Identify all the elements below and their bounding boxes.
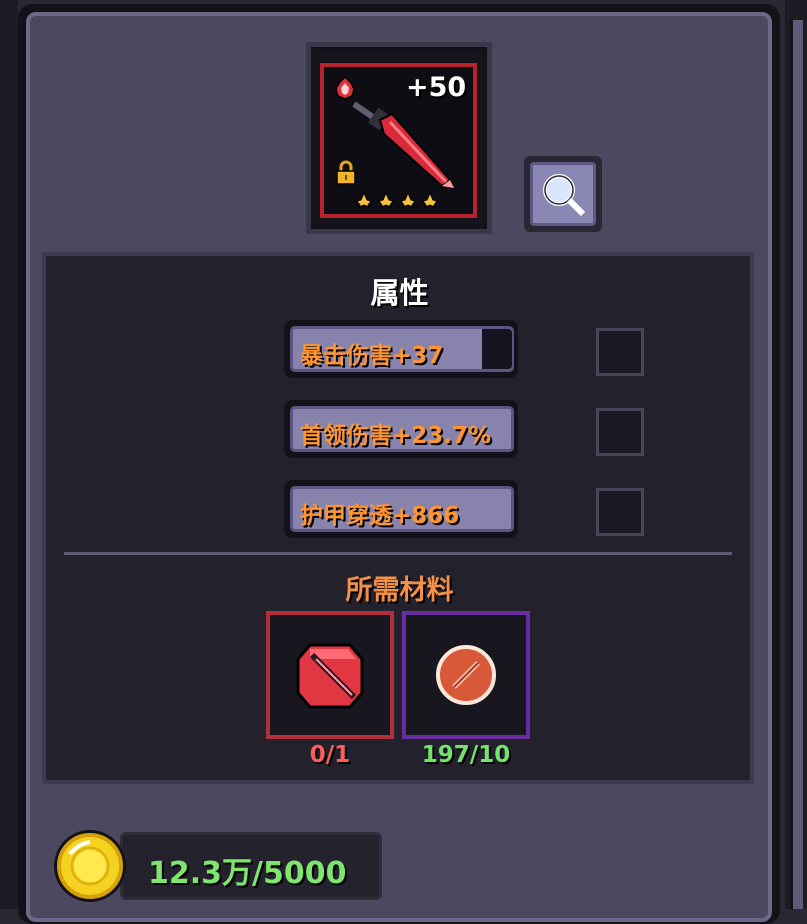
stat-bar-tail: [482, 329, 512, 369]
stat-lock-checkbox[interactable]: [596, 328, 644, 376]
material-slot[interactable]: [402, 611, 530, 739]
magnifier-icon: [543, 174, 586, 217]
materials-title: 所需材料: [345, 575, 454, 606]
stat-lock-checkbox[interactable]: [596, 488, 644, 536]
fire-element-icon: [335, 76, 355, 100]
orange-scroll-gem-icon: [436, 645, 496, 705]
left-edge: [0, 0, 18, 909]
stat-boss-damage: 首领伤害+23.7%: [300, 423, 492, 449]
section-divider: [64, 552, 732, 555]
material-count: 197/10: [421, 742, 511, 768]
inspect-button-face[interactable]: [530, 162, 596, 226]
stat-lock-checkbox[interactable]: [596, 408, 644, 456]
star-icon: [400, 192, 416, 208]
red-weapon-gem-icon: [296, 643, 364, 709]
star-icon: [356, 192, 372, 208]
currency-amount: 12.3万/5000: [148, 856, 347, 891]
star-icon: [422, 192, 438, 208]
enhance-level: +50: [406, 72, 467, 103]
red-sword-icon: [352, 101, 454, 188]
star-icon: [378, 192, 394, 208]
star-rating: [356, 192, 446, 208]
attributes-title: 属性: [370, 276, 429, 310]
material-count: 0/1: [309, 742, 351, 768]
adjacent-panel-edge: [790, 20, 803, 909]
stat-crit-damage: 暴击伤害+37: [300, 343, 444, 369]
stat-armor-penetration: 护甲穿透+866: [300, 503, 460, 529]
lock-icon[interactable]: [334, 160, 358, 186]
material-slot[interactable]: [266, 611, 394, 739]
gold-coin-icon: [54, 830, 126, 902]
